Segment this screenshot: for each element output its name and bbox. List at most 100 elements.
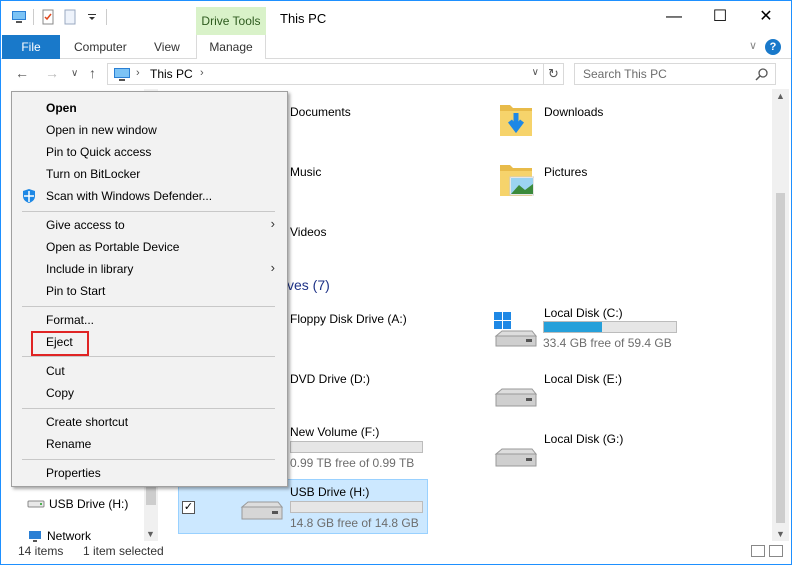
item-name: Floppy Disk Drive (A:) [290, 312, 407, 326]
menu-item-include-library[interactable]: Include in library [46, 262, 133, 276]
menu-item-properties[interactable]: Properties [46, 466, 101, 480]
tab-manage[interactable]: Manage [196, 35, 266, 59]
view-toggles [751, 545, 783, 557]
item-name: Downloads [544, 105, 604, 119]
pictures-folder-icon [500, 165, 534, 196]
maximize-button[interactable]: ☐ [697, 1, 743, 33]
scroll-down-icon[interactable]: ▼ [146, 529, 155, 539]
breadcrumb-chevron-icon[interactable]: › [200, 67, 204, 79]
search-icon [755, 67, 769, 81]
selection-count: 1 item selected [83, 544, 164, 558]
menu-item-copy[interactable]: Copy [46, 386, 74, 400]
refresh-icon[interactable]: ↻ [543, 64, 563, 84]
submenu-arrow-icon: › [270, 216, 275, 231]
item-name: DVD Drive (D:) [290, 372, 370, 386]
scroll-down-icon[interactable]: ▼ [776, 529, 785, 539]
ribbon-tabs: File Computer View Manage ∨ ? [1, 35, 791, 59]
usb-drive-icon [240, 501, 284, 520]
drive-free-space: 14.8 GB free of 14.8 GB [290, 516, 419, 530]
breadcrumb-chevron-icon[interactable]: › [136, 67, 140, 79]
menu-item-create-shortcut[interactable]: Create shortcut [46, 415, 128, 429]
breadcrumb-this-pc[interactable]: This PC [150, 67, 193, 81]
menu-item-cut[interactable]: Cut [46, 364, 65, 378]
window-title: This PC [280, 11, 327, 26]
ribbon-expand-icon[interactable]: ∨ [749, 39, 757, 52]
search-input[interactable]: Search This PC [574, 63, 776, 85]
qat-separator [33, 9, 34, 25]
address-dropdown-icon[interactable]: ∨ [532, 67, 539, 78]
item-checkbox[interactable]: ✓ [182, 501, 195, 514]
submenu-arrow-icon: › [270, 260, 275, 275]
quick-access-toolbar [11, 9, 107, 25]
item-name: Pictures [544, 165, 588, 179]
menu-separator [22, 408, 275, 409]
windows-defender-icon [21, 188, 37, 204]
item-name: Music [290, 165, 322, 179]
item-name: USB Drive (H:) [290, 485, 370, 499]
qat-dropdown-icon[interactable] [84, 9, 100, 25]
forward-arrow-icon[interactable]: → [45, 65, 59, 81]
menu-separator [22, 459, 275, 460]
item-name: Local Disk (G:) [544, 432, 624, 446]
explorer-window: Drive Tools This PC — ☐ ✕ File Computer … [0, 0, 792, 565]
qat-separator [106, 9, 107, 25]
nav-item-usb-drive[interactable]: USB Drive (H:) [27, 497, 128, 511]
properties-icon[interactable] [40, 9, 56, 25]
minimize-button[interactable]: — [651, 1, 697, 33]
item-name: New Volume (F:) [290, 425, 380, 439]
menu-item-format[interactable]: Format... [46, 313, 94, 327]
content-scrollbar[interactable]: ▲ ▼ [772, 89, 789, 541]
item-name: Documents [290, 105, 351, 119]
group-header-devices-and-drives[interactable]: ves (7) [287, 277, 330, 293]
menu-item-turn-on-bitlocker[interactable]: Turn on BitLocker [46, 167, 140, 181]
drive-usage-bar [290, 441, 423, 453]
menu-item-open[interactable]: Open [46, 101, 77, 115]
item-name: Videos [290, 225, 327, 239]
close-button[interactable]: ✕ [743, 1, 789, 33]
downloads-folder-icon [500, 105, 532, 136]
help-icon[interactable]: ? [765, 39, 781, 55]
large-icons-view-icon[interactable] [769, 545, 783, 557]
menu-separator [22, 306, 275, 307]
drive-tools-context-label: Drive Tools [196, 7, 266, 35]
title-bar: Drive Tools This PC — ☐ ✕ [1, 1, 791, 35]
menu-item-give-access[interactable]: Give access to [46, 218, 125, 232]
hard-drive-icon [494, 448, 538, 467]
scrollbar-thumb[interactable] [776, 193, 785, 523]
hard-drive-icon [494, 388, 538, 407]
this-pc-icon[interactable] [11, 9, 27, 25]
item-name: Local Disk (C:) [544, 306, 623, 320]
usb-drive-icon [27, 500, 45, 508]
menu-item-open-new-window[interactable]: Open in new window [46, 123, 157, 137]
tab-file[interactable]: File [2, 35, 60, 59]
context-menu: Open Open in new window Pin to Quick acc… [11, 91, 288, 487]
nav-item-label: USB Drive (H:) [49, 497, 129, 511]
menu-separator [22, 211, 275, 212]
menu-item-pin-to-start[interactable]: Pin to Start [46, 284, 105, 298]
new-folder-icon[interactable] [62, 9, 78, 25]
scrollbar-thumb[interactable] [146, 485, 156, 505]
drive-free-space: 0.99 TB free of 0.99 TB [290, 456, 415, 470]
address-bar[interactable]: › This PC › ∨ ↻ [107, 63, 564, 85]
navigation-row: ← → ∨ ↑ › This PC › ∨ ↻ Search This PC [1, 63, 791, 87]
menu-item-rename[interactable]: Rename [46, 437, 91, 451]
menu-item-pin-quick-access[interactable]: Pin to Quick access [46, 145, 151, 159]
drive-usage-bar [290, 501, 423, 513]
tab-computer[interactable]: Computer [74, 35, 127, 59]
recent-locations-icon[interactable]: ∨ [71, 68, 78, 79]
menu-item-eject[interactable]: Eject [46, 335, 73, 349]
status-bar: 14 items 1 item selected [1, 541, 791, 565]
windows-drive-icon [494, 312, 538, 347]
menu-separator [22, 356, 275, 357]
details-view-icon[interactable] [751, 545, 765, 557]
this-pc-icon [113, 67, 131, 81]
up-arrow-icon[interactable]: ↑ [89, 65, 96, 81]
item-count: 14 items [18, 544, 64, 558]
scroll-up-icon[interactable]: ▲ [776, 91, 785, 101]
tab-view[interactable]: View [154, 35, 180, 59]
drive-usage-fill [544, 322, 603, 332]
item-name: Local Disk (E:) [544, 372, 623, 386]
menu-item-scan-defender[interactable]: Scan with Windows Defender... [46, 189, 212, 203]
menu-item-open-portable[interactable]: Open as Portable Device [46, 240, 179, 254]
back-arrow-icon[interactable]: ← [15, 65, 29, 81]
